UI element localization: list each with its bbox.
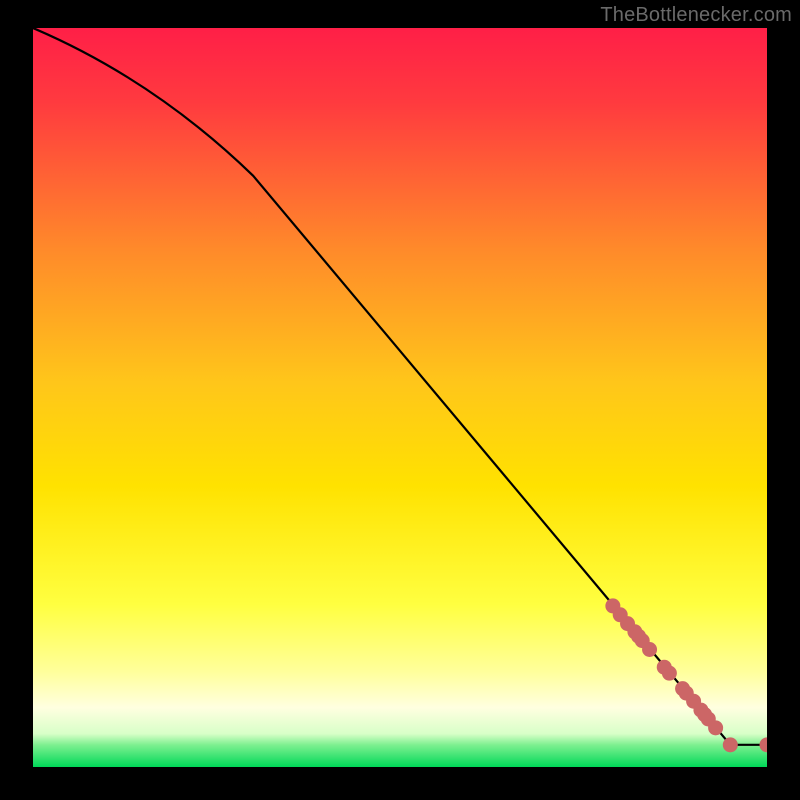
data-marker — [642, 642, 657, 657]
data-marker — [708, 720, 723, 735]
data-marker — [723, 737, 738, 752]
plot-area — [33, 28, 767, 767]
attribution-label: TheBottlenecker.com — [600, 4, 792, 27]
chart-stage: TheBottlenecker.com — [0, 0, 800, 800]
data-marker — [662, 666, 677, 681]
chart-svg — [33, 28, 767, 767]
